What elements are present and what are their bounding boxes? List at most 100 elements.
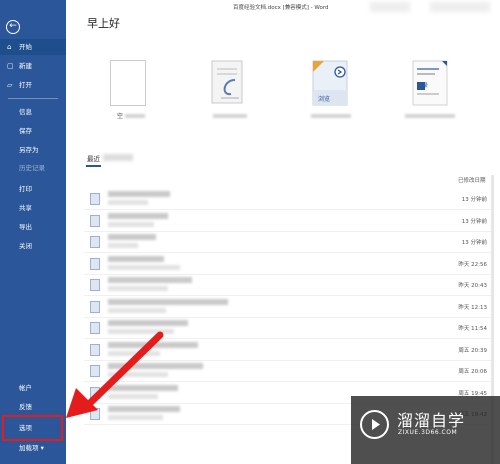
recent-file-path-blurred xyxy=(108,350,160,356)
column-header-modified: 已修改日期 xyxy=(458,178,486,184)
nav-new[interactable]: ▢ 新建 xyxy=(0,58,66,74)
tab-pinned-blurred[interactable] xyxy=(103,154,133,161)
word-backstage-window: 百度经验文档.docx [兼容模式] - Word ← ⌂ 开始 ▢ 新建 ▱ … xyxy=(0,0,500,464)
nav-history: 历史记录 xyxy=(19,164,45,172)
recent-file-name-blurred xyxy=(108,298,228,305)
template-toc[interactable]: 目录 xyxy=(412,60,448,106)
blurred-title-area xyxy=(370,2,410,12)
word-document-icon xyxy=(90,257,100,270)
template-browse[interactable]: 浏览 xyxy=(312,60,348,106)
recent-file-row[interactable]: 昨天 11:54 xyxy=(84,317,500,339)
template-blank-document[interactable] xyxy=(110,60,146,106)
nav-addins[interactable]: 加载项 ▾ xyxy=(0,440,66,456)
nav-print[interactable]: 打印 xyxy=(0,181,66,197)
recent-file-row[interactable]: 13 分钟前 xyxy=(84,210,500,232)
recent-file-row[interactable]: 周五 20:06 xyxy=(84,360,500,382)
back-arrow-icon[interactable]: ← xyxy=(6,20,20,34)
recent-file-row[interactable]: 13 分钟前 xyxy=(84,188,500,210)
recent-file-modified-time: 昨天 22:56 xyxy=(458,261,487,268)
home-icon: ⌂ xyxy=(7,43,12,51)
nav-save-as[interactable]: 另存为 xyxy=(0,142,66,158)
word-document-icon xyxy=(90,408,100,420)
recent-file-modified-time: 昨天 20:43 xyxy=(458,283,487,289)
recent-file-row[interactable]: 13 分钟前 xyxy=(84,231,500,253)
recent-file-path-blurred xyxy=(108,393,158,399)
nav-open[interactable]: ▱ 打开 xyxy=(0,77,66,93)
recent-file-name-blurred xyxy=(108,191,170,197)
recent-file-path-blurred xyxy=(108,200,148,205)
word-document-icon xyxy=(90,236,100,248)
nav-save[interactable]: 保存 xyxy=(0,123,66,139)
nav-share[interactable]: 共享 xyxy=(0,200,66,216)
recent-file-name-blurred xyxy=(108,277,192,283)
word-document-icon xyxy=(90,365,100,377)
recent-file-path-blurred xyxy=(108,307,166,313)
recent-file-path-blurred xyxy=(108,415,163,420)
recent-file-path-blurred xyxy=(108,286,168,291)
tab-recent-underline xyxy=(86,165,101,167)
recent-file-path-blurred xyxy=(108,243,138,248)
recent-file-modified-time: 昨天 12:13 xyxy=(458,304,487,311)
nav-close[interactable]: 关闭 xyxy=(0,238,66,254)
nav-account[interactable]: 帐户 xyxy=(0,380,66,396)
recent-file-modified-time: 周五 20:06 xyxy=(458,369,487,375)
nav-export[interactable]: 导出 xyxy=(0,219,66,235)
word-document-icon xyxy=(90,322,100,334)
recent-file-name-blurred xyxy=(108,341,198,348)
recent-file-name-blurred xyxy=(108,234,156,240)
recent-file-modified-time: 13 分钟前 xyxy=(461,218,487,225)
recent-file-name-blurred xyxy=(108,255,164,262)
tab-recent[interactable]: 最近 xyxy=(87,153,100,163)
options-highlight-box xyxy=(2,415,63,441)
new-document-icon: ▢ xyxy=(7,62,14,70)
recent-file-name-blurred xyxy=(108,406,180,412)
recent-file-name-blurred xyxy=(108,212,168,219)
recent-file-path-blurred xyxy=(108,329,174,334)
recent-file-path-blurred xyxy=(108,372,168,377)
recent-file-row[interactable]: 周五 20:39 xyxy=(84,339,500,361)
recent-file-name-blurred xyxy=(108,363,203,369)
word-document-icon xyxy=(90,386,100,399)
watermark-title: 溜溜自学 xyxy=(397,411,466,430)
blurred-title-area-2 xyxy=(430,2,490,12)
window-title: 百度经验文档.docx [兼容模式] - Word xyxy=(233,5,329,11)
backstage-sidebar: ← ⌂ 开始 ▢ 新建 ▱ 打开 信息 保存 另存为 历史记录 打印 共享 导出… xyxy=(0,0,66,464)
watermark-subtitle: ZIXUE.3D66.COM xyxy=(398,429,458,436)
recent-file-path-blurred xyxy=(108,264,180,270)
recent-file-row[interactable]: 昨天 20:43 xyxy=(84,274,500,296)
nav-open-label: 打开 xyxy=(19,81,32,89)
template-caption-blur-3 xyxy=(311,114,351,118)
word-document-icon xyxy=(90,214,100,227)
template-blank-caption: 空 xyxy=(117,113,124,120)
greeting-heading: 早上好 xyxy=(87,17,120,30)
template-blank-caption-blur xyxy=(125,114,145,118)
recent-file-name-blurred xyxy=(108,320,188,326)
recent-file-path-blurred xyxy=(108,221,154,227)
recent-file-row[interactable]: 昨天 12:13 xyxy=(84,296,500,318)
recent-file-modified-time: 昨天 11:54 xyxy=(458,326,487,332)
nav-home[interactable]: ⌂ 开始 xyxy=(0,39,66,55)
template-browse-caption: 浏览 xyxy=(318,96,331,103)
recent-file-name-blurred xyxy=(108,384,178,391)
nav-info[interactable]: 信息 xyxy=(0,104,66,120)
template-toc-caption: 目录 xyxy=(418,83,429,89)
nav-feedback[interactable]: 反馈 xyxy=(0,399,66,415)
play-icon xyxy=(360,410,389,439)
word-document-icon xyxy=(90,300,100,313)
nav-new-label: 新建 xyxy=(19,62,32,70)
watermark-logo: 溜溜自学 ZIXUE.3D66.COM xyxy=(351,396,500,464)
template-caption-blur-4 xyxy=(405,114,455,118)
word-document-icon xyxy=(90,193,100,205)
word-document-icon xyxy=(90,279,100,291)
word-document-icon xyxy=(90,343,100,356)
recent-file-modified-time: 13 分钟前 xyxy=(461,240,487,246)
recent-file-modified-time: 周五 20:39 xyxy=(458,347,487,354)
folder-icon: ▱ xyxy=(7,81,13,89)
nav-home-label: 开始 xyxy=(19,43,32,51)
recent-file-modified-time: 13 分钟前 xyxy=(461,197,487,203)
recent-file-row[interactable]: 昨天 22:56 xyxy=(84,253,500,275)
template-document-preview[interactable] xyxy=(211,60,247,106)
nav-divider xyxy=(8,98,58,99)
template-page-icon xyxy=(211,60,243,104)
template-caption-blur-2 xyxy=(213,114,247,118)
